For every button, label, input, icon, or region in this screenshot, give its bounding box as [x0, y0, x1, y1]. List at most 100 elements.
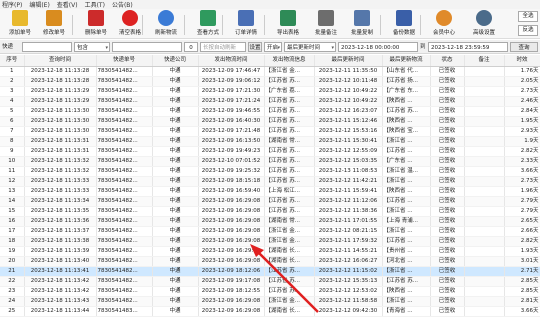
query-button[interactable]: 查询 — [510, 42, 538, 52]
column-header[interactable]: 最后更新物流 — [382, 55, 431, 67]
table-row[interactable]: 19 2023-12-18 11:13:39 7830541482... 中通 2023… — [0, 246, 540, 257]
column-header[interactable]: 序号 — [0, 55, 25, 67]
table-cell — [464, 276, 505, 287]
table-row[interactable]: 3 2023-12-18 11:13:29 7830541482... 中通 2023-… — [0, 86, 540, 97]
date-to-input[interactable]: 2023-12-18 23:59:59 — [428, 42, 508, 52]
table-cell: 【湖南省 长... — [264, 246, 315, 257]
table-row[interactable]: 9 2023-12-18 11:13:31 7830541482... 中通 2023-… — [0, 146, 540, 157]
column-header[interactable]: 状态 — [430, 55, 465, 67]
column-header[interactable]: 时效 — [504, 55, 540, 67]
table-cell — [464, 126, 505, 137]
table-row[interactable]: 22 2023-12-18 11:13:42 7830541482... 中通 2023… — [0, 276, 540, 287]
table-cell: 2023-12-12 15:35:13 — [314, 276, 383, 287]
column-header[interactable]: 查询时间 — [24, 55, 97, 67]
table-row[interactable]: 5 2023-12-18 11:13:30 7830541482... 中通 2023-… — [0, 106, 540, 117]
toolbar-button-5[interactable]: 查看方式 — [190, 10, 226, 38]
table-cell: 已签收 — [430, 276, 465, 287]
toolbar-button-9[interactable]: 批量复制 — [344, 10, 380, 38]
table-row[interactable]: 4 2023-12-18 11:13:29 7830541482... 中通 2023-… — [0, 96, 540, 107]
table-cell: 2023-12-18 11:13:42 — [24, 286, 97, 297]
table-row[interactable]: 8 2023-12-18 11:13:31 7830541482... 中通 2023-… — [0, 136, 540, 147]
setting-button[interactable]: 设置 — [248, 42, 262, 52]
column-header[interactable]: 最后更新时间 — [314, 55, 383, 67]
table-cell: 2023-12-13 11:08:53 — [314, 166, 383, 177]
toolbar-button-2[interactable]: 删除单号 — [78, 10, 114, 38]
table-cell: 2023-12-12 12:53:02 — [314, 286, 383, 297]
keyword-input[interactable] — [112, 42, 182, 52]
table-row[interactable]: 21 2023-12-18 11:13:41 7830541482... 中通 2023… — [0, 266, 540, 277]
table-row[interactable]: 2 2023-12-18 11:13:28 7830541482... 中通 2023-… — [0, 76, 540, 87]
toolbar-button-7[interactable]: 导出表格 — [270, 10, 306, 38]
table-row[interactable]: 16 2023-12-18 11:13:36 7830541482... 中通 2023… — [0, 216, 540, 227]
menu-item[interactable]: 查看(V) — [57, 0, 78, 9]
toolbar-button-10[interactable]: 备份数据 — [386, 10, 422, 38]
toolbar-button-3[interactable]: 清空表格 — [112, 10, 148, 38]
table-row[interactable]: 10 2023-12-18 11:13:32 7830541482... 中通 2023… — [0, 156, 540, 167]
table-row[interactable]: 20 2023-12-18 11:13:40 7830541482... 中通 2023… — [0, 256, 540, 267]
open-select[interactable]: 开启 — [264, 42, 282, 53]
table-row[interactable]: 12 2023-12-18 11:13:33 7830541482... 中通 2023… — [0, 176, 540, 187]
table-cell — [464, 156, 505, 167]
table-row[interactable]: 14 2023-12-18 11:13:34 7830541482... 中通 2023… — [0, 196, 540, 207]
search-input[interactable] — [22, 42, 72, 52]
column-header[interactable]: 发出物流时间 — [198, 55, 265, 67]
table-cell: 2023-12-09 16:29:08 — [198, 306, 265, 317]
toolbar-button-11[interactable]: 会员中心 — [426, 10, 462, 38]
table-cell: 2023-12-12 11:38:36 — [314, 206, 383, 217]
table-cell: 23 — [0, 286, 25, 297]
table-row[interactable]: 15 2023-12-18 11:13:35 7830541482... 中通 2023… — [0, 206, 540, 217]
toolbar-button-8[interactable]: 批量备注 — [308, 10, 344, 38]
table-cell: 1.96天 — [504, 186, 540, 197]
table-row[interactable]: 18 2023-12-18 11:13:38 7830541482... 中通 2023… — [0, 236, 540, 247]
table-row[interactable]: 6 2023-12-18 11:13:30 7830541482... 中通 2023-… — [0, 116, 540, 127]
table-cell — [464, 266, 505, 277]
table-cell: 2023-12-09 16:59:40 — [198, 186, 265, 197]
table-cell: 【江苏省 苏... — [264, 126, 315, 137]
table-row[interactable]: 24 2023-12-18 11:13:43 7830541482... 中通 2023… — [0, 296, 540, 307]
toolbar-button-0[interactable]: 添加单号 — [2, 10, 38, 38]
table-row[interactable]: 1 2023-12-18 11:13:28 7830541482... 中通 2023-… — [0, 66, 540, 77]
table-cell: 7830541482... — [96, 296, 153, 307]
auto-refresh-field[interactable]: 长按自动刷新 — [200, 42, 246, 52]
table-row[interactable]: 7 2023-12-18 11:13:30 7830541482... 中通 2023-… — [0, 126, 540, 137]
column-header[interactable]: 发出物流信息 — [264, 55, 315, 67]
table-cell: 7830541482... — [96, 246, 153, 257]
table-cell: 已签收 — [430, 66, 465, 77]
table-cell: 中通 — [152, 86, 199, 97]
invert-selection-button[interactable]: 反选 — [518, 25, 538, 36]
menu-item[interactable]: 编辑(E) — [29, 0, 49, 9]
table-row[interactable]: 13 2023-12-18 11:13:33 7830541482... 中通 2023… — [0, 186, 540, 197]
menu-item[interactable]: 工具(T) — [85, 0, 105, 9]
table-row[interactable]: 17 2023-12-18 11:13:37 7830541482... 中通 2023… — [0, 226, 540, 237]
menu-item[interactable]: 程序(P) — [2, 0, 22, 9]
toolbar: 全选 反选 添加单号 修改单号 删除单号 清空表格 刷新物流 查看方式 订单详情 导出表格 批量… — [0, 9, 540, 39]
table-row[interactable]: 23 2023-12-18 11:13:42 7830541482... 中通 2023… — [0, 286, 540, 297]
table-row[interactable]: 11 2023-12-18 11:13:32 7830541482... 中通 2023… — [0, 166, 540, 177]
match-mode-select[interactable]: 包含 — [74, 42, 110, 53]
table-cell — [464, 206, 505, 217]
table-cell: 【江苏省 苏... — [382, 276, 431, 287]
select-all-button[interactable]: 全选 — [518, 11, 538, 22]
date-from-input[interactable]: 2023-12-18 00:00:00 — [338, 42, 418, 52]
refresh-icon — [158, 10, 174, 26]
table-cell: 中通 — [152, 276, 199, 287]
toolbar-button-12[interactable]: 高级设置 — [466, 10, 502, 38]
table-cell: 已签收 — [430, 96, 465, 107]
menu-item[interactable]: 公告(B) — [112, 0, 133, 9]
table-cell: 2023-12-09 18:12:06 — [198, 266, 265, 277]
table-cell: 22 — [0, 276, 25, 287]
table-cell: 【陕西省 ... — [382, 96, 431, 107]
column-header[interactable]: 快递公司 — [152, 55, 199, 67]
table-cell: 【江苏省 苏... — [264, 156, 315, 167]
toolbar-button-4[interactable]: 刷新物流 — [148, 10, 184, 38]
table-cell: 【湖南省 常... — [264, 136, 315, 147]
table-cell — [464, 236, 505, 247]
table-row[interactable]: 25 2023-12-18 11:13:44 7830541483... 中通 2023… — [0, 306, 540, 317]
toolbar-button-6[interactable]: 订单详情 — [228, 10, 264, 38]
time-field-select[interactable]: 最后更新时间 — [284, 42, 336, 53]
table-cell: 2.81天 — [504, 296, 540, 307]
toolbar-button-1[interactable]: 修改单号 — [36, 10, 72, 38]
column-header[interactable]: 备注 — [464, 55, 505, 67]
column-header[interactable]: 快递单号 — [96, 55, 153, 67]
toolbar-button-label: 删除单号 — [84, 30, 107, 36]
